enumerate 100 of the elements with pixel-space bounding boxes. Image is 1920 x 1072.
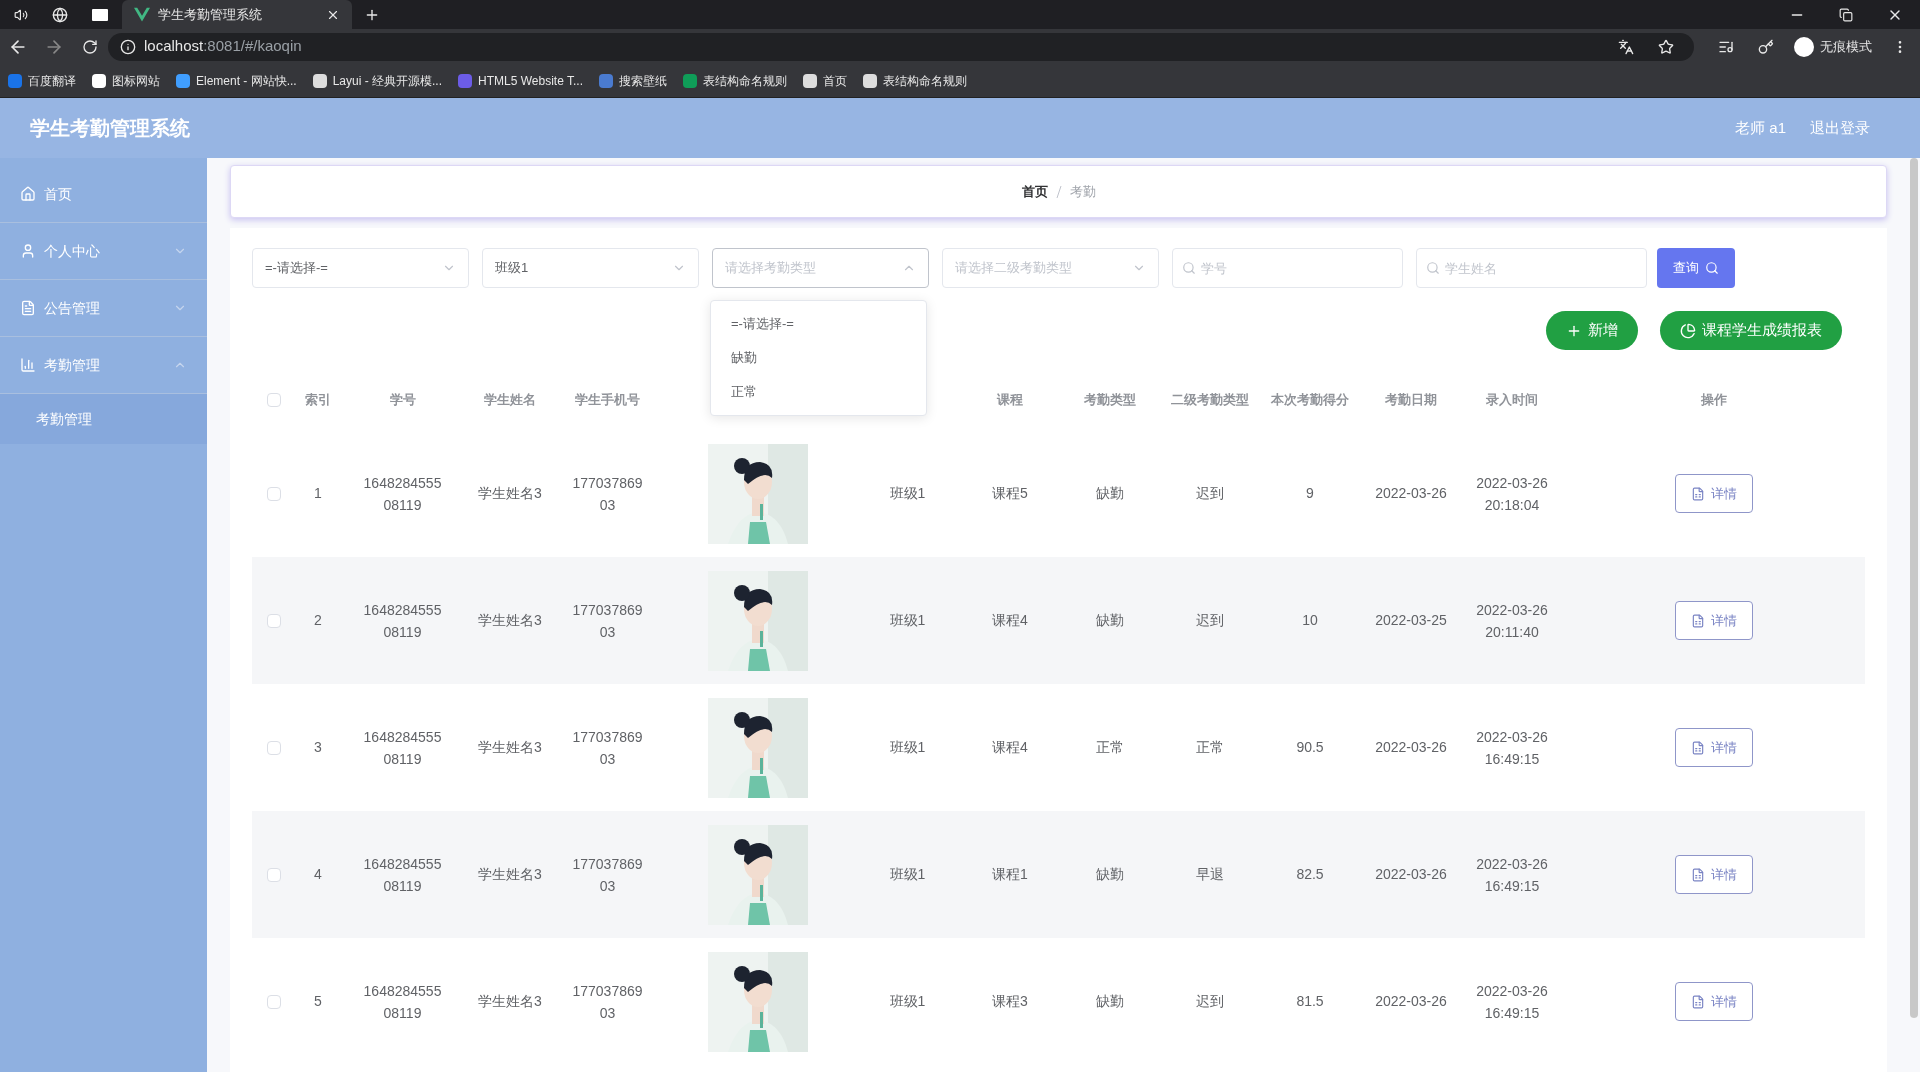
table-cell-text: 2022-03-26 bbox=[1375, 992, 1447, 1011]
table-cell-text: 90.5 bbox=[1296, 738, 1324, 757]
row-checkbox[interactable] bbox=[267, 740, 281, 755]
action-button[interactable]: 新增 bbox=[1546, 311, 1638, 350]
bookmark-label: 图标网站 bbox=[112, 72, 160, 90]
row-checkbox[interactable] bbox=[267, 486, 281, 501]
row-checkbox[interactable] bbox=[267, 867, 281, 882]
table-cell-text: 17703786903 bbox=[571, 854, 644, 896]
bookmark-label: 百度翻译 bbox=[28, 72, 76, 90]
table-cell-text: 课程5 bbox=[992, 484, 1028, 503]
document-icon bbox=[1690, 994, 1705, 1009]
table-cell-text: 2022-03-26 20:18:04 bbox=[1475, 473, 1549, 515]
bookmark[interactable]: 表结构命名规则 bbox=[683, 71, 787, 90]
bookmark[interactable]: 首页 bbox=[803, 71, 847, 90]
table-cell-text: 2022-03-26 16:49:15 bbox=[1475, 854, 1549, 896]
breadcrumb-item[interactable]: 首页 bbox=[1021, 181, 1048, 202]
app-title: 学生考勤管理系统 bbox=[30, 116, 190, 141]
details-button[interactable]: 详情 bbox=[1674, 982, 1753, 1021]
table-cell-text: 82.5 bbox=[1296, 865, 1324, 884]
table-cell-text: 班级1 bbox=[889, 738, 926, 757]
details-button[interactable]: 详情 bbox=[1674, 728, 1753, 767]
document-icon bbox=[20, 300, 36, 316]
column-header: 考勤类型 bbox=[1084, 391, 1136, 410]
scrollbar[interactable] bbox=[1910, 158, 1918, 1018]
action-button[interactable]: 课程学生成绩报表 bbox=[1660, 311, 1842, 350]
bookmark[interactable]: 图标网站 bbox=[92, 71, 160, 90]
table-cell-text: 缺勤 bbox=[1096, 484, 1124, 503]
table-cell-text: 2022-03-26 16:49:15 bbox=[1475, 981, 1549, 1023]
table-cell-text: 17703786903 bbox=[571, 981, 644, 1023]
table-cell-text: 正常 bbox=[1196, 738, 1224, 757]
bookmark[interactable]: 表结构命名规则 bbox=[863, 71, 967, 90]
table-cell-text: 缺勤 bbox=[1096, 865, 1124, 884]
user-icon bbox=[20, 243, 36, 259]
bookmark-label: 表结构命名规则 bbox=[703, 72, 787, 90]
table-cell-text: 10 bbox=[1302, 611, 1318, 630]
window-tab-icon[interactable] bbox=[92, 8, 108, 21]
search-field[interactable]: 学生姓名 bbox=[1416, 248, 1647, 288]
table-cell-text: 164828455508119 bbox=[362, 854, 443, 896]
table-cell-text: 缺勤 bbox=[1096, 992, 1124, 1011]
browser-tab[interactable]: 学生考勤管理系统 bbox=[122, 0, 352, 29]
table-cell-text: 正常 bbox=[1096, 738, 1124, 757]
table-cell-text: 班级1 bbox=[889, 611, 926, 630]
dropdown-option[interactable]: 正常 bbox=[711, 375, 926, 409]
document-icon bbox=[1690, 740, 1705, 755]
speaker-icon[interactable] bbox=[14, 7, 28, 22]
search-icon bbox=[1426, 261, 1440, 275]
column-header: 操作 bbox=[1700, 391, 1727, 410]
table-cell-text: 学生姓名3 bbox=[478, 611, 542, 630]
table-cell-text: 164828455508119 bbox=[362, 600, 443, 642]
select-field[interactable]: =-请选择-= bbox=[252, 248, 469, 288]
details-button[interactable]: 详情 bbox=[1674, 601, 1753, 640]
bookmark-label: Element - 网站快... bbox=[196, 72, 297, 90]
bookmark[interactable]: 搜索壁纸 bbox=[599, 71, 667, 90]
key-icon[interactable] bbox=[1758, 38, 1774, 55]
table-cell-text: 2022-03-26 bbox=[1375, 865, 1447, 884]
row-checkbox[interactable] bbox=[267, 613, 281, 628]
document-icon bbox=[1690, 486, 1705, 501]
profile-chip[interactable]: 无痕模式 bbox=[1794, 36, 1872, 57]
table-cell-text: 学生姓名3 bbox=[478, 992, 542, 1011]
header-checkbox[interactable] bbox=[267, 393, 281, 407]
dropdown-option[interactable]: =-请选择-= bbox=[711, 307, 926, 341]
bookmark-label: 表结构命名规则 bbox=[883, 72, 967, 90]
dropdown-option[interactable]: 缺勤 bbox=[711, 341, 926, 375]
table-cell-text: 81.5 bbox=[1296, 992, 1324, 1011]
bar-chart-icon bbox=[20, 357, 36, 373]
globe-icon[interactable] bbox=[52, 6, 68, 23]
table-cell-text: 2 bbox=[314, 611, 322, 630]
search-field[interactable]: 学号 bbox=[1172, 248, 1403, 288]
table-cell-text: 2022-03-26 16:49:15 bbox=[1475, 727, 1549, 769]
table-cell-text: 17703786903 bbox=[571, 727, 644, 769]
table-cell-text: 4 bbox=[314, 865, 322, 884]
restore-icon[interactable] bbox=[1839, 7, 1853, 22]
table-cell-text: 班级1 bbox=[889, 865, 926, 884]
column-header: 课程 bbox=[997, 391, 1023, 410]
translate-icon[interactable] bbox=[1618, 38, 1634, 55]
star-icon[interactable] bbox=[1658, 38, 1674, 55]
table-cell-text: 缺勤 bbox=[1096, 611, 1124, 630]
column-header: 考勤日期 bbox=[1385, 391, 1437, 410]
details-button[interactable]: 详情 bbox=[1674, 474, 1753, 513]
table-cell-text: 2022-03-26 20:11:40 bbox=[1475, 600, 1549, 642]
table-cell-text: 164828455508119 bbox=[362, 473, 443, 515]
url-text: localhost:8081/#/kaoqin bbox=[144, 36, 303, 57]
column-header: 二级考勤类型 bbox=[1171, 391, 1249, 410]
bookmark[interactable]: HTML5 Website T... bbox=[458, 71, 583, 90]
search-icon bbox=[1182, 261, 1196, 275]
table-cell-text: 迟到 bbox=[1196, 992, 1224, 1011]
user-name: 老师 a1 bbox=[1735, 117, 1786, 138]
select-field[interactable]: 班级1 bbox=[482, 248, 699, 288]
address-bar[interactable]: localhost:8081/#/kaoqin bbox=[108, 32, 1694, 61]
search-icon bbox=[1705, 261, 1719, 275]
details-button[interactable]: 详情 bbox=[1674, 855, 1753, 894]
table-cell-text: 课程3 bbox=[992, 992, 1028, 1011]
bookmark[interactable]: 百度翻译 bbox=[8, 71, 76, 90]
query-button[interactable]: 查询 bbox=[1657, 248, 1735, 288]
reload-icon[interactable] bbox=[82, 38, 98, 55]
table-cell-text: 17703786903 bbox=[571, 600, 644, 642]
breadcrumb-item: 考勤 bbox=[1069, 182, 1096, 201]
bookmark[interactable]: Element - 网站快... bbox=[176, 71, 297, 90]
bookmark[interactable]: Layui - 经典开源模... bbox=[312, 71, 443, 90]
row-checkbox[interactable] bbox=[267, 994, 281, 1009]
